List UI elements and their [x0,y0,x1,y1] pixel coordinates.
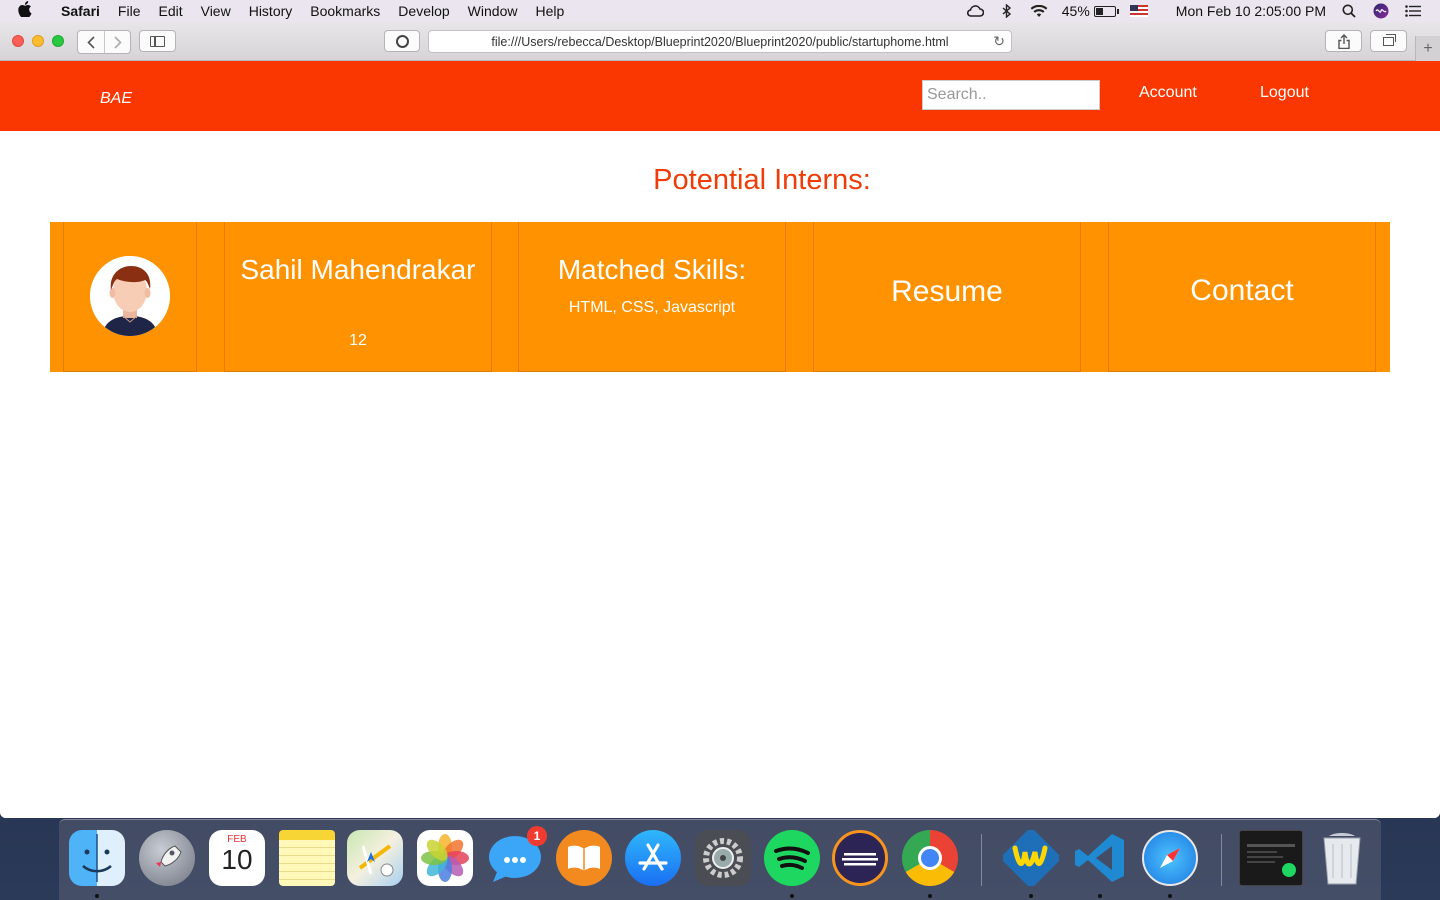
photos-icon[interactable] [417,830,473,886]
system-preferences-icon[interactable] [695,830,751,886]
back-button[interactable] [78,31,104,53]
apple-icon[interactable] [18,1,42,21]
creative-cloud-icon[interactable] [966,4,984,18]
battery-fill [1095,7,1104,15]
window-controls [12,35,64,47]
safari-window: file:///Users/rebecca/Desktop/Blueprint2… [0,22,1440,818]
extension-icon [395,34,409,48]
vscode-icon[interactable] [1072,830,1128,886]
resume-link[interactable]: Resume [814,275,1080,309]
chevron-left-icon [87,35,95,49]
menu-history[interactable]: History [240,3,302,19]
contact-cell[interactable]: Contact [1108,222,1376,372]
web-page: BAE Account Logout Potential Interns: [0,61,1440,818]
tabs-icon [1383,33,1396,46]
launchpad-icon[interactable] [139,830,195,886]
winzip-running-dot [1029,894,1033,898]
maps-icon[interactable] [347,830,403,886]
logout-link[interactable]: Logout [1260,84,1309,102]
matched-skills-cell: Matched Skills: HTML, CSS, Javascript [518,222,786,372]
winzip-icon[interactable] [1003,830,1059,886]
battery-percent: 45% [1061,3,1090,19]
dock-separator [981,834,982,886]
account-link[interactable]: Account [1139,84,1197,102]
intern-card: Sahil Mahendrakar 12 Matched Skills: HTM… [50,222,1390,372]
finder-running-dot [95,894,99,898]
new-tab-button[interactable]: + [1415,36,1440,61]
spotlight-search-icon[interactable] [1340,4,1358,18]
messages-icon[interactable]: 1 [487,826,547,886]
trash-icon[interactable] [1314,830,1370,886]
intern-name-cell: Sahil Mahendrakar 12 [224,222,492,372]
messages-badge: 1 [527,826,547,846]
spotify-window-icon[interactable] [1239,830,1303,886]
battery-indicator[interactable]: 45% [1061,3,1119,19]
notification-center-icon[interactable] [1404,4,1422,18]
matched-skills-list: HTML, CSS, Javascript [568,299,736,316]
menu-file[interactable]: File [109,3,150,19]
dock: FEB 10 1 [59,819,1381,900]
url-text: file:///Users/rebecca/Desktop/Blueprint2… [491,34,949,49]
search-input[interactable] [922,80,1100,110]
sidebar-icon [150,35,165,47]
menu-bar: Safari File Edit View History Bookmarks … [0,0,1440,22]
safari-icon[interactable] [1142,830,1198,886]
site-navbar: BAE Account Logout [0,61,1440,131]
intern-name[interactable]: Sahil Mahendrakar [225,254,491,286]
person-avatar-icon [90,256,170,336]
menu-edit[interactable]: Edit [149,3,191,19]
share-icon [1337,33,1350,49]
resume-cell[interactable]: Resume [813,222,1081,372]
chrome-icon[interactable] [902,830,958,886]
menu-help[interactable]: Help [526,3,573,19]
us-flag-input-icon[interactable] [1129,5,1148,17]
app-store-icon[interactable] [625,830,681,886]
fullscreen-window-button[interactable] [52,35,64,47]
menu-window[interactable]: Window [459,3,527,19]
close-window-button[interactable] [12,35,24,47]
siri-icon[interactable] [1372,3,1390,19]
spotify-icon[interactable] [764,830,820,886]
spotify-running-dot [790,894,794,898]
share-button[interactable] [1325,30,1362,52]
wifi-icon[interactable] [1030,4,1048,18]
intern-number: 12 [349,332,367,349]
finder-icon[interactable] [69,830,125,886]
matched-skills-heading: Matched Skills: [557,254,747,285]
browser-toolbar: file:///Users/rebecca/Desktop/Blueprint2… [0,22,1440,61]
chevron-right-icon [113,35,122,49]
battery-icon [1093,5,1119,17]
show-sidebar-button[interactable] [139,30,176,52]
menu-bookmarks[interactable]: Bookmarks [301,3,389,19]
site-brand[interactable]: BAE [100,90,132,108]
page-title: Potential Interns: [653,164,871,196]
history-navigation [77,30,131,54]
chrome-running-dot [928,894,932,898]
forward-button[interactable] [104,31,130,53]
vscode-running-dot [1098,894,1102,898]
address-bar[interactable]: file:///Users/rebecca/Desktop/Blueprint2… [428,30,1012,53]
menu-view[interactable]: View [192,3,240,19]
intern-avatar-cell [63,222,197,372]
safari-running-dot [1168,894,1172,898]
calendar-icon[interactable]: FEB 10 [209,830,265,886]
eclipse-icon[interactable] [832,830,888,886]
dock-separator-right [1221,834,1222,886]
avatar[interactable] [90,256,170,336]
books-icon[interactable] [556,830,612,886]
show-all-tabs-button[interactable] [1370,30,1407,52]
menu-clock[interactable]: Mon Feb 10 2:05:00 PM [1176,3,1326,19]
extension-button[interactable] [384,30,420,52]
reload-icon[interactable]: ↻ [993,33,1005,50]
minimize-window-button[interactable] [32,35,44,47]
menu-app-name[interactable]: Safari [52,3,109,19]
menu-develop[interactable]: Develop [389,3,458,19]
notes-icon[interactable] [279,830,335,886]
contact-link[interactable]: Contact [1109,274,1375,308]
calendar-day: 10 [221,844,253,875]
bluetooth-icon[interactable] [998,4,1016,18]
